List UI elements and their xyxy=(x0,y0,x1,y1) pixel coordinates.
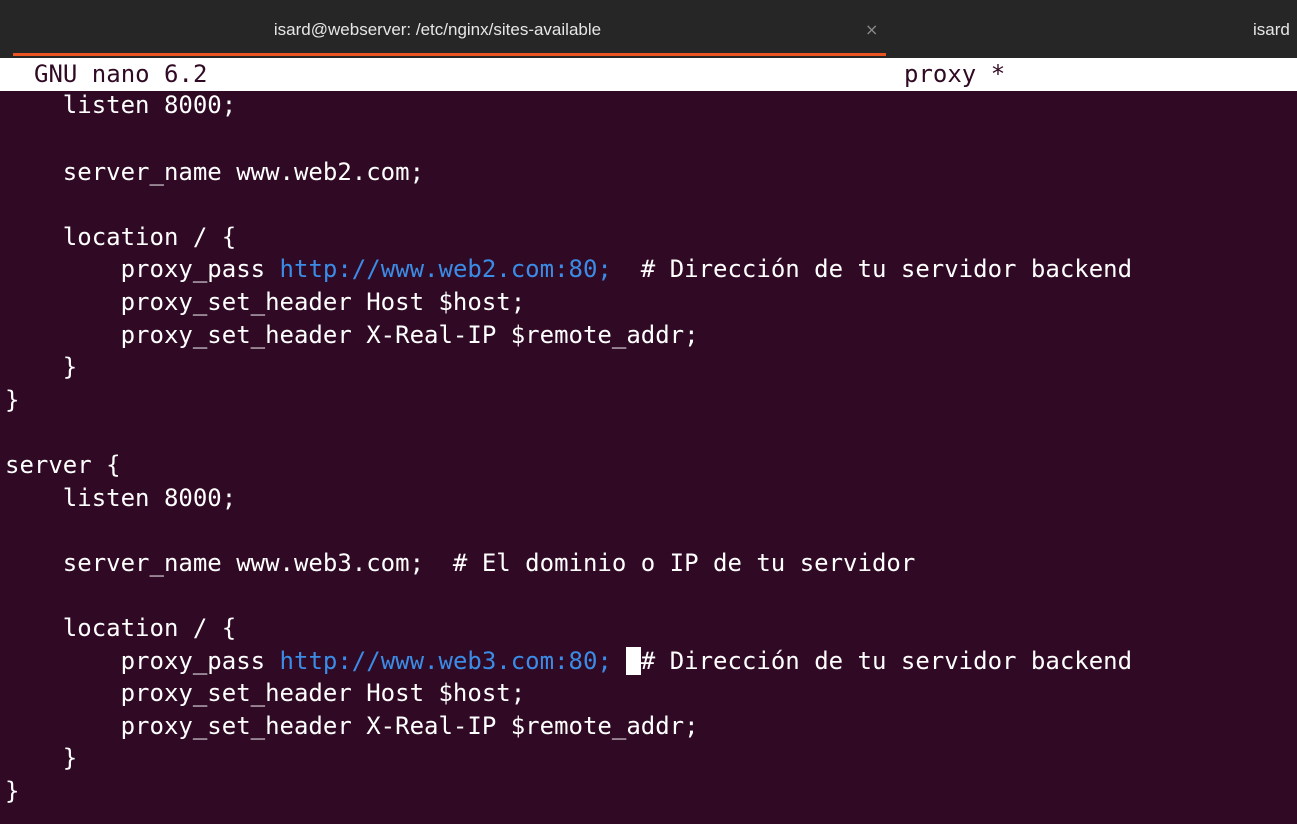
editor-buffer[interactable]: listen 8000; server_name www.web2.com; l… xyxy=(0,91,1297,807)
code-line: proxy_set_header X-Real-IP $remote_addr; xyxy=(5,711,699,740)
terminal-tab-active[interactable]: isard@webserver: /etc/nginx/sites-availa… xyxy=(13,8,886,54)
active-tab-indicator xyxy=(13,53,886,56)
nano-version: GNU nano 6.2 xyxy=(34,60,208,88)
code-line: proxy_set_header X-Real-IP $remote_addr; xyxy=(5,320,699,349)
code-line: listen 8000; xyxy=(5,483,237,512)
code-line: proxy_set_header Host $host; xyxy=(5,679,526,708)
code-line: } xyxy=(5,744,78,773)
nano-title-bar: GNU nano 6.2 proxy * xyxy=(0,58,1297,91)
comment-text: # Dirección de tu servidor backend xyxy=(640,646,1133,675)
code-line: location / { xyxy=(5,613,237,642)
text-cursor xyxy=(626,646,641,675)
nano-file-name: proxy * xyxy=(904,60,1006,88)
url-text: http://www.web2.com:80; xyxy=(279,255,612,284)
code-line: server_name www.web2.com; xyxy=(5,157,425,186)
code-line: } xyxy=(5,385,20,414)
code-line: proxy_pass http://www.web2.com:80; # Dir… xyxy=(5,255,1133,284)
tab-title: isard@webserver: /etc/nginx/sites-availa… xyxy=(273,20,602,39)
code-line: server { xyxy=(5,450,121,479)
code-line: } xyxy=(5,353,78,382)
url-text: http://www.web3.com:80; xyxy=(279,646,612,675)
comment-text: # Dirección de tu servidor backend xyxy=(611,255,1133,284)
code-line: proxy_set_header Host $host; xyxy=(5,287,526,316)
close-icon[interactable]: × xyxy=(865,20,878,39)
code-line: location / { xyxy=(5,222,237,251)
terminal-tab-second[interactable]: isard xyxy=(1253,20,1290,40)
tab-bar: isard@webserver: /etc/nginx/sites-availa… xyxy=(0,0,1297,58)
code-line: proxy_pass http://www.web3.com:80; # Dir… xyxy=(5,646,1133,675)
code-line: server_name www.web3.com; # El dominio o… xyxy=(5,548,916,577)
code-line: } xyxy=(5,776,20,805)
code-line: listen 8000; xyxy=(5,91,237,119)
